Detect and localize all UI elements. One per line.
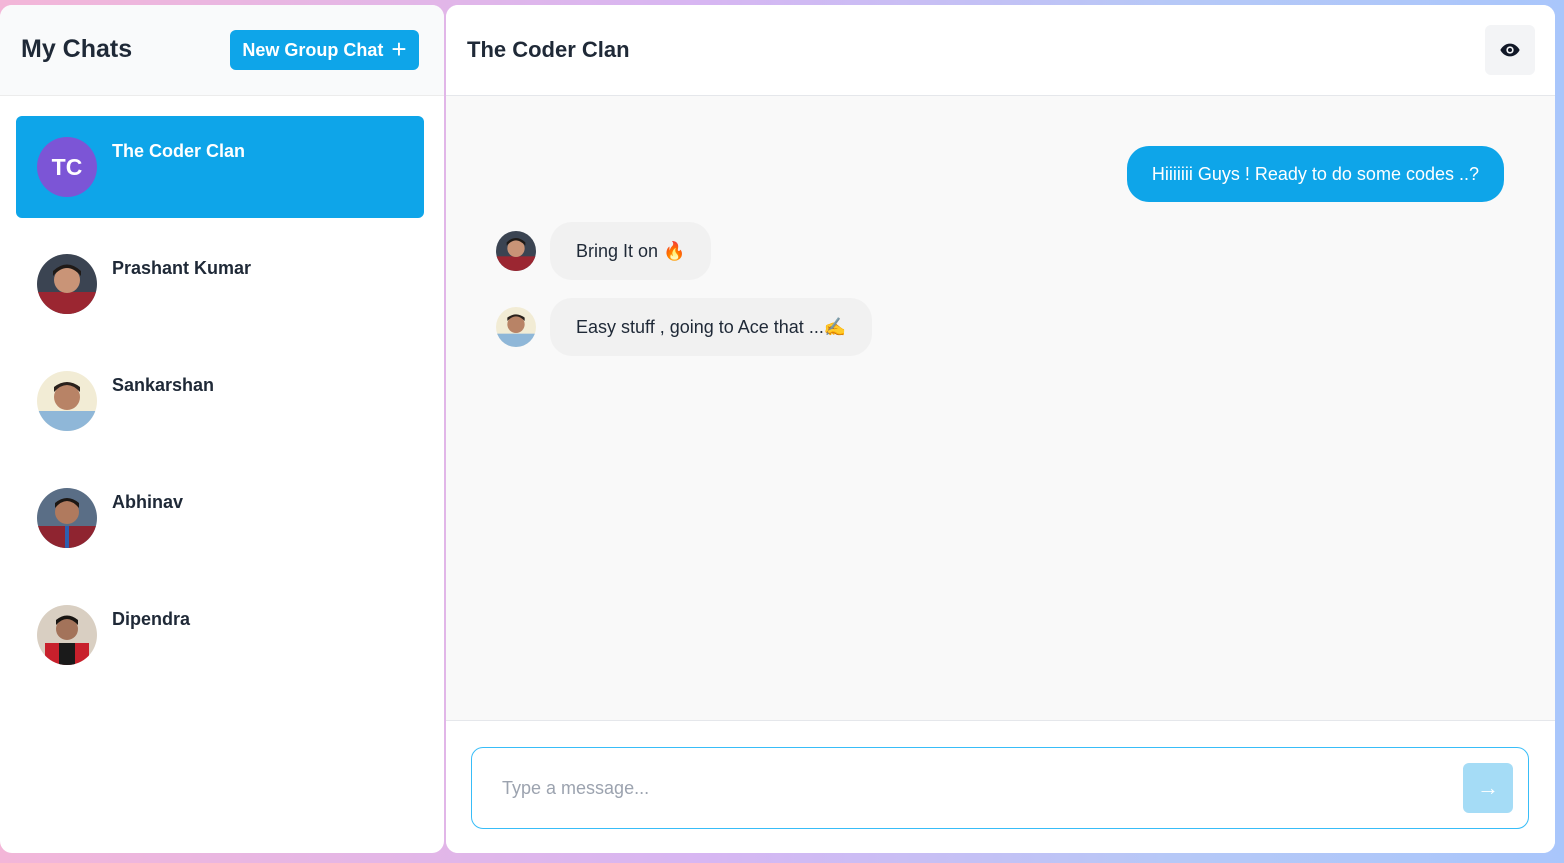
avatar xyxy=(37,254,97,314)
new-group-chat-button[interactable]: New Group Chat + xyxy=(230,30,419,70)
chat-item-prashant-kumar[interactable]: Prashant Kumar xyxy=(16,233,424,335)
view-group-button[interactable] xyxy=(1485,25,1535,75)
message-incoming: Easy stuff , going to Ace that ...✍️ xyxy=(550,298,873,356)
sender-avatar xyxy=(496,307,536,347)
chat-name: The Coder Clan xyxy=(112,141,246,161)
new-group-chat-label: New Group Chat xyxy=(242,39,384,60)
chat-name: Dipendra xyxy=(112,609,191,629)
chat-name: Sankarshan xyxy=(112,375,215,395)
chat-name: Abhinav xyxy=(112,492,184,512)
chat-sidebar: My Chats New Group Chat + TC The Coder C… xyxy=(0,5,444,853)
chat-item-the-coder-clan[interactable]: TC The Coder Clan xyxy=(16,116,424,218)
avatar xyxy=(37,488,97,548)
message-input[interactable] xyxy=(471,747,1529,829)
message-area: Hiiiiiii Guys ! Ready to do some codes .… xyxy=(446,96,1555,720)
avatar xyxy=(37,371,97,431)
chat-item-sankarshan[interactable]: Sankarshan xyxy=(16,350,424,452)
plus-icon: + xyxy=(391,33,407,64)
chat-name: Prashant Kumar xyxy=(112,258,252,278)
avatar: TC xyxy=(37,137,97,197)
avatar xyxy=(37,605,97,665)
chat-title: The Coder Clan xyxy=(467,37,630,62)
chat-list: TC The Coder Clan Prashant Kumar Sankars… xyxy=(16,116,424,701)
send-button[interactable]: → xyxy=(1463,763,1513,813)
arrow-right-icon: → xyxy=(1477,775,1499,800)
message-outgoing: Hiiiiiii Guys ! Ready to do some codes .… xyxy=(1126,146,1504,202)
eye-icon xyxy=(1500,43,1520,57)
chat-item-dipendra[interactable]: Dipendra xyxy=(16,584,424,686)
message-row: Bring It on 🔥 xyxy=(496,222,712,280)
message-composer: → xyxy=(446,720,1555,853)
chat-item-abhinav[interactable]: Abhinav xyxy=(16,467,424,569)
sender-avatar xyxy=(496,231,536,271)
chat-panel: The Coder Clan Hiiiiiii Guys ! Ready to … xyxy=(446,5,1555,853)
sidebar-title: My Chats xyxy=(21,35,133,63)
chat-header: The Coder Clan xyxy=(446,5,1555,96)
message-row: Easy stuff , going to Ace that ...✍️ xyxy=(496,298,873,356)
sidebar-header: My Chats New Group Chat + xyxy=(0,5,444,96)
message-incoming: Bring It on 🔥 xyxy=(550,222,712,280)
